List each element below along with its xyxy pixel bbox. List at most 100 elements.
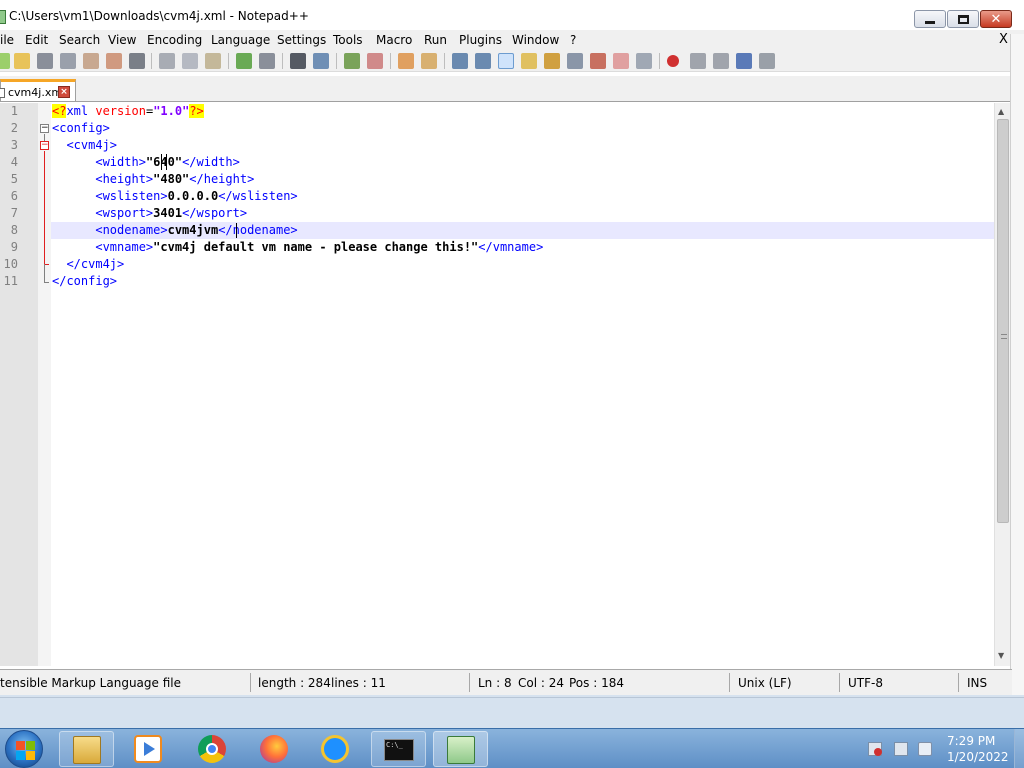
volume-icon[interactable] bbox=[918, 742, 932, 756]
word-wrap-icon[interactable] bbox=[452, 53, 468, 69]
scroll-up-icon[interactable]: ▲ bbox=[998, 107, 1004, 116]
menu-language[interactable]: Language bbox=[211, 33, 270, 47]
print-icon[interactable] bbox=[129, 53, 145, 69]
vertical-scrollbar[interactable]: ▲ ▼ bbox=[994, 103, 1010, 666]
status-separator bbox=[839, 673, 840, 692]
firefox-icon bbox=[260, 735, 288, 763]
close-button[interactable]: ✕ bbox=[980, 10, 1012, 28]
fold-line bbox=[44, 151, 45, 264]
maximize-button[interactable] bbox=[947, 10, 979, 28]
save-all-icon[interactable] bbox=[60, 53, 76, 69]
taskbar: C:\_ 7:29 PM 1/20/2022 bbox=[0, 728, 1024, 768]
menu-edit[interactable]: Edit bbox=[25, 33, 48, 47]
menu-search[interactable]: Search bbox=[59, 33, 100, 47]
save-macro-icon[interactable] bbox=[759, 53, 775, 69]
zoom-in-icon[interactable] bbox=[344, 53, 360, 69]
pi-close: ?> bbox=[189, 104, 204, 118]
status-insert-mode: INS bbox=[967, 676, 988, 690]
clock-date[interactable]: 1/20/2022 bbox=[947, 750, 1009, 764]
play-macro-icon[interactable] bbox=[713, 53, 729, 69]
maximize-icon bbox=[957, 14, 969, 24]
menu-macro[interactable]: Macro bbox=[376, 33, 412, 47]
status-separator bbox=[469, 673, 470, 692]
menu-settings[interactable]: Settings bbox=[277, 33, 326, 47]
minimize-button[interactable] bbox=[914, 10, 946, 28]
taskbar-chrome[interactable] bbox=[185, 731, 240, 767]
title-bar[interactable]: C:\Users\vm1\Downloads\cvm4j.xml - Notep… bbox=[0, 0, 1024, 34]
action-center-icon[interactable] bbox=[868, 742, 882, 756]
fold-config-icon[interactable]: − bbox=[40, 124, 49, 133]
tab-close-icon[interactable]: × bbox=[58, 86, 70, 98]
close-all-icon[interactable] bbox=[106, 53, 122, 69]
line-number: 6 bbox=[10, 189, 18, 203]
zoom-out-icon[interactable] bbox=[367, 53, 383, 69]
scrollbar-thumb[interactable] bbox=[997, 119, 1009, 523]
ibeam-cursor-icon bbox=[161, 154, 167, 170]
editor[interactable]: 1 2 3 4 5 6 7 8 9 10 11 − − <?xml versio… bbox=[0, 103, 1010, 666]
menu-view[interactable]: View bbox=[108, 33, 136, 47]
status-length: length : 284 bbox=[258, 676, 331, 690]
find-icon[interactable] bbox=[290, 53, 306, 69]
menu-window[interactable]: Window bbox=[512, 33, 559, 47]
start-button[interactable] bbox=[5, 730, 43, 768]
command-prompt-icon: C:\_ bbox=[384, 739, 414, 761]
cut-icon[interactable] bbox=[159, 53, 175, 69]
network-icon[interactable] bbox=[894, 742, 908, 756]
stop-macro-icon[interactable] bbox=[690, 53, 706, 69]
show-all-characters-icon[interactable] bbox=[475, 53, 491, 69]
code-line-1: <?xml version="1.0"?> bbox=[52, 104, 204, 118]
run-macro-multiple-icon[interactable] bbox=[736, 53, 752, 69]
new-file-icon[interactable] bbox=[0, 53, 10, 69]
menu-encoding[interactable]: Encoding bbox=[147, 33, 202, 47]
taskbar-firefox[interactable] bbox=[247, 731, 302, 767]
fold-cvm4j-icon[interactable]: − bbox=[40, 141, 49, 150]
close-file-icon[interactable] bbox=[83, 53, 99, 69]
status-col: Col : 24 bbox=[518, 676, 564, 690]
menu-run[interactable]: Run bbox=[424, 33, 447, 47]
taskbar-internet-explorer[interactable] bbox=[308, 731, 363, 767]
paste-icon[interactable] bbox=[205, 53, 221, 69]
taskbar-explorer[interactable] bbox=[59, 731, 114, 767]
copy-icon[interactable] bbox=[182, 53, 198, 69]
save-icon[interactable] bbox=[37, 53, 53, 69]
monitoring-icon[interactable] bbox=[636, 53, 652, 69]
menu-help[interactable]: ? bbox=[570, 33, 576, 47]
tab-cvm4j-xml[interactable]: cvm4j.xml × bbox=[0, 79, 76, 101]
taskbar-notepad-plus-plus[interactable] bbox=[433, 731, 488, 767]
code-line-5: <height>"480"</height> bbox=[95, 172, 255, 186]
file-icon bbox=[0, 88, 5, 98]
scroll-down-icon[interactable]: ▼ bbox=[998, 651, 1004, 660]
line-number: 7 bbox=[10, 206, 18, 220]
desktop-background bbox=[0, 695, 1024, 729]
taskbar-media-player[interactable] bbox=[121, 731, 176, 767]
menu-plugins[interactable]: Plugins bbox=[459, 33, 502, 47]
open-file-icon[interactable] bbox=[14, 53, 30, 69]
fold-end bbox=[44, 282, 49, 283]
status-separator bbox=[729, 673, 730, 692]
clock-time[interactable]: 7:29 PM bbox=[947, 734, 995, 748]
function-list-icon[interactable] bbox=[567, 53, 583, 69]
close-document-button[interactable]: X bbox=[999, 32, 1008, 47]
undo-icon[interactable] bbox=[236, 53, 252, 69]
indent-guide-icon[interactable] bbox=[498, 53, 514, 69]
toolbar bbox=[0, 50, 1024, 72]
window-title: C:\Users\vm1\Downloads\cvm4j.xml - Notep… bbox=[9, 9, 309, 23]
code-line-3: <cvm4j> bbox=[66, 138, 118, 152]
menu-tools[interactable]: Tools bbox=[333, 33, 363, 47]
taskbar-command-prompt[interactable]: C:\_ bbox=[371, 731, 426, 767]
windows-logo-icon bbox=[26, 741, 35, 750]
redo-icon[interactable] bbox=[259, 53, 275, 69]
project-icon[interactable] bbox=[613, 53, 629, 69]
folder-as-workspace-icon[interactable] bbox=[590, 53, 606, 69]
explorer-icon bbox=[73, 736, 101, 764]
line-number: 5 bbox=[10, 172, 18, 186]
document-map-icon[interactable] bbox=[544, 53, 560, 69]
toolbar-separator bbox=[336, 53, 337, 69]
udl-icon[interactable] bbox=[521, 53, 537, 69]
menu-file[interactable]: ile bbox=[0, 33, 14, 47]
sync-horizontal-icon[interactable] bbox=[421, 53, 437, 69]
record-macro-icon[interactable] bbox=[667, 55, 679, 67]
sync-vertical-icon[interactable] bbox=[398, 53, 414, 69]
replace-icon[interactable] bbox=[313, 53, 329, 69]
show-desktop-button[interactable] bbox=[1014, 729, 1024, 768]
